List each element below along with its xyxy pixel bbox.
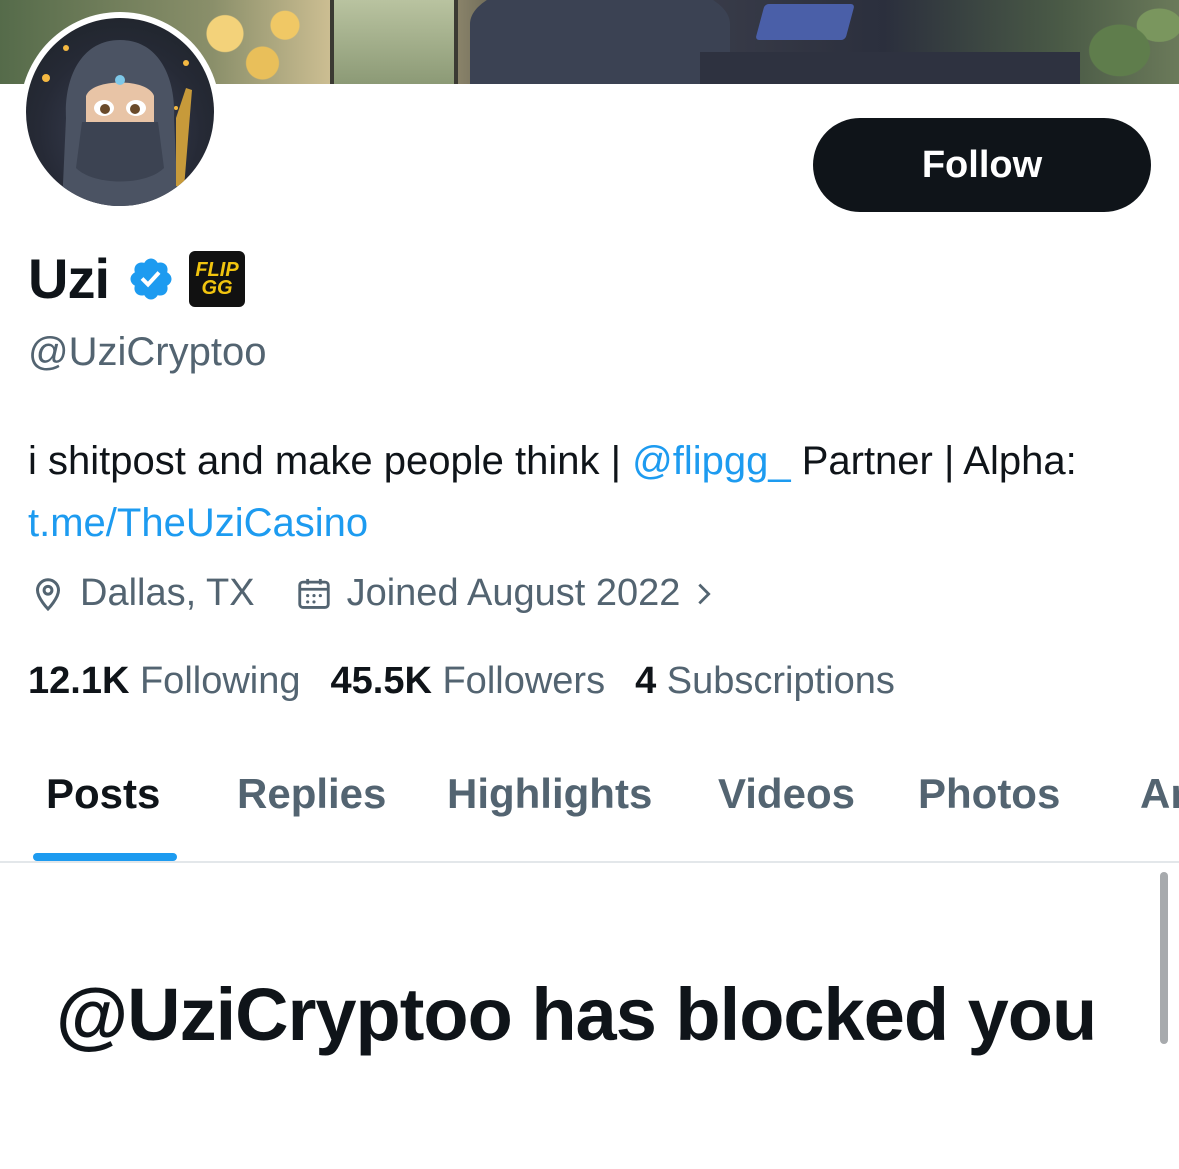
scrollbar[interactable] (1160, 872, 1168, 1044)
following-label: Following (139, 660, 301, 702)
affiliate-badge[interactable]: FLIP GG (189, 250, 245, 307)
profile-bio: i shitpost and make people think | @flip… (28, 430, 1148, 554)
subscriptions-count: 4 (635, 660, 657, 702)
tab-posts[interactable]: Posts (46, 770, 160, 818)
tab-videos[interactable]: Videos (718, 770, 855, 818)
avatar-illustration (42, 40, 192, 206)
subscriptions-label: Subscriptions (666, 660, 895, 702)
blocked-message: @UziCryptoo has blocked you (56, 973, 1097, 1056)
following-count: 12.1K (28, 660, 130, 702)
join-date[interactable]: Joined August 2022 (295, 572, 733, 615)
location: Dallas, TX (30, 572, 255, 615)
banner-art-plant (1080, 0, 1179, 84)
tab-highlights[interactable]: Highlights (447, 770, 652, 818)
tab-replies[interactable]: Replies (237, 770, 386, 818)
active-tab-indicator (33, 853, 177, 861)
tab-articles[interactable]: Ar (1140, 770, 1179, 818)
following-stat[interactable]: 12.1K Following (28, 660, 301, 703)
location-pin-icon (35, 577, 61, 611)
follow-button[interactable]: Follow (813, 118, 1151, 212)
profile-stats: 12.1K Following 45.5K Followers 4 Subscr… (28, 660, 925, 703)
profile-tabs: Posts Replies Highlights Videos Photos A… (0, 740, 1179, 862)
banner-art-desk (700, 52, 1080, 84)
banner-art-window (330, 0, 458, 84)
verified-badge-icon[interactable] (127, 255, 175, 303)
banner-art-figure (470, 0, 730, 84)
profile-name-row: Uzi FLIP GG (28, 246, 245, 311)
avatar-image (26, 18, 214, 206)
banner-art-keyboard (755, 4, 855, 40)
bio-mention-link[interactable]: @flipgg_ (632, 439, 790, 483)
tabs-divider (0, 861, 1179, 863)
tab-photos[interactable]: Photos (918, 770, 1060, 818)
bio-text-2: Partner | Alpha: (790, 439, 1077, 483)
location-text: Dallas, TX (80, 572, 255, 614)
bio-text: i shitpost and make people think | (28, 439, 633, 483)
affiliate-badge-text: FLIP GG (195, 258, 239, 299)
subscriptions-stat[interactable]: 4 Subscriptions (635, 660, 895, 703)
bio-url-link[interactable]: t.me/TheUziCasino (28, 501, 368, 545)
calendar-icon (297, 578, 330, 609)
profile-meta: Dallas, TX Joined August 2022 (30, 572, 732, 615)
chevron-right-icon (698, 583, 712, 604)
profile-handle: @UziCryptoo (28, 330, 267, 374)
followers-count: 45.5K (330, 660, 432, 702)
display-name: Uzi (28, 247, 110, 310)
join-date-text: Joined August 2022 (346, 572, 681, 614)
followers-stat[interactable]: 45.5K Followers (331, 660, 606, 703)
followers-label: Followers (442, 660, 606, 702)
profile-avatar[interactable] (20, 12, 220, 212)
